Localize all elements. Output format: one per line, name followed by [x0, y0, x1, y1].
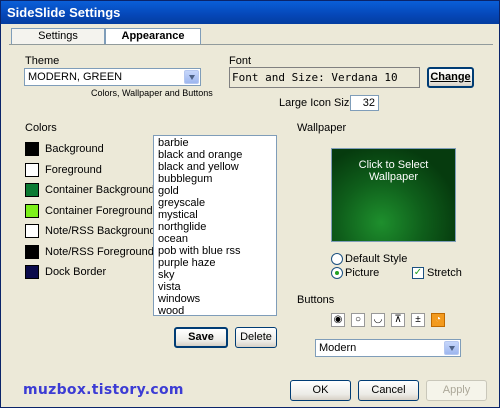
list-item[interactable]: black and yellow [156, 161, 276, 173]
button-style-value: Modern [319, 342, 357, 354]
list-item[interactable]: mystical [156, 209, 276, 221]
list-item[interactable]: northglide [156, 221, 276, 233]
settings-window: SideSlide Settings Settings Appearance T… [0, 0, 500, 408]
list-item[interactable]: wood [156, 305, 276, 315]
theme-dropdown[interactable]: MODERN, GREEN [24, 68, 201, 86]
font-label: Font [229, 55, 252, 67]
title-bar: SideSlide Settings [1, 1, 499, 24]
apply-button[interactable]: Apply [426, 380, 487, 401]
picture-radio[interactable] [331, 267, 343, 279]
list-item[interactable]: vista [156, 281, 276, 293]
tab-settings[interactable]: Settings [11, 28, 105, 45]
color-swatch[interactable] [25, 224, 39, 238]
appearance-panel: Theme MODERN, GREEN Colors, Wallpaper an… [9, 44, 493, 374]
picture-label: Picture [345, 267, 380, 279]
list-item[interactable]: sky [156, 269, 276, 281]
color-swatch[interactable] [25, 203, 39, 218]
wallpaper-preview[interactable]: Click to Select Wallpaper [331, 148, 456, 242]
ok-button[interactable]: OK [290, 380, 351, 401]
circle-open-icon[interactable]: ◡ [371, 313, 385, 327]
delete-button[interactable]: Delete [235, 327, 277, 348]
list-item[interactable]: bubblegum [156, 173, 276, 185]
theme-list[interactable]: barbie black and orange black and yellow bu… [153, 135, 277, 316]
color-label: Note/RSS Background [45, 225, 156, 237]
rss-icon[interactable]: ◔ [431, 313, 445, 327]
theme-label: Theme [25, 55, 60, 67]
list-item[interactable]: gold [156, 185, 276, 197]
list-item[interactable]: ocean [156, 233, 276, 245]
colors-label: Colors [25, 122, 57, 134]
color-swatch[interactable] [25, 244, 39, 259]
color-label: Background [45, 143, 104, 155]
list-item[interactable]: purple haze [156, 257, 276, 269]
chevron-down-icon[interactable] [444, 341, 459, 355]
list-item[interactable]: barbie [156, 137, 276, 149]
list-item[interactable]: black and orange [156, 149, 276, 161]
color-swatch[interactable] [25, 265, 39, 279]
chevron-down-icon[interactable] [184, 70, 199, 84]
large-icon-size-label: Large Icon Size: [279, 97, 359, 109]
list-item[interactable]: windows [156, 293, 276, 305]
theme-dropdown-value: MODERN, GREEN [28, 71, 123, 83]
plus-icon[interactable]: ± [411, 313, 425, 327]
stretch-checkbox[interactable]: ✓ [412, 267, 424, 279]
color-label: Dock Border [45, 266, 107, 278]
list-item[interactable]: pob with blue rss [156, 245, 276, 257]
window-title: SideSlide Settings [7, 5, 121, 20]
color-label: Note/RSS Foreground [45, 245, 154, 258]
cancel-button[interactable]: Cancel [358, 380, 419, 401]
color-swatch[interactable] [25, 162, 39, 177]
stretch-label: Stretch [427, 267, 462, 279]
font-display: Font and Size: Verdana 10 [229, 67, 420, 88]
wallpaper-preview-text-2: Wallpaper [368, 171, 419, 183]
color-label: Container Background [45, 184, 155, 196]
color-swatch[interactable] [25, 142, 39, 156]
watermark-text: muzbox.tistory.com [23, 382, 184, 398]
default-style-radio[interactable] [331, 253, 343, 265]
circle-ring-icon[interactable]: ○ [351, 313, 365, 327]
circle-dot-icon[interactable]: ◉ [331, 313, 345, 327]
large-icon-size-input[interactable]: 32 [350, 95, 379, 111]
wallpaper-preview-text-1: Click to Select [358, 159, 429, 171]
buttons-label: Buttons [297, 294, 335, 306]
button-style-dropdown[interactable]: Modern [315, 339, 461, 357]
color-label: Foreground [45, 163, 102, 176]
theme-hint: Colors, Wallpaper and Buttons [91, 88, 213, 98]
pin-icon[interactable]: ⊼ [391, 313, 405, 327]
default-style-label: Default Style [345, 253, 408, 265]
list-item[interactable]: greyscale [156, 197, 276, 209]
color-swatch[interactable] [25, 183, 39, 197]
save-button[interactable]: Save [174, 327, 228, 348]
wallpaper-label: Wallpaper [297, 122, 347, 134]
change-font-button[interactable]: Change [427, 67, 474, 88]
color-label: Container Foreground [45, 204, 153, 217]
